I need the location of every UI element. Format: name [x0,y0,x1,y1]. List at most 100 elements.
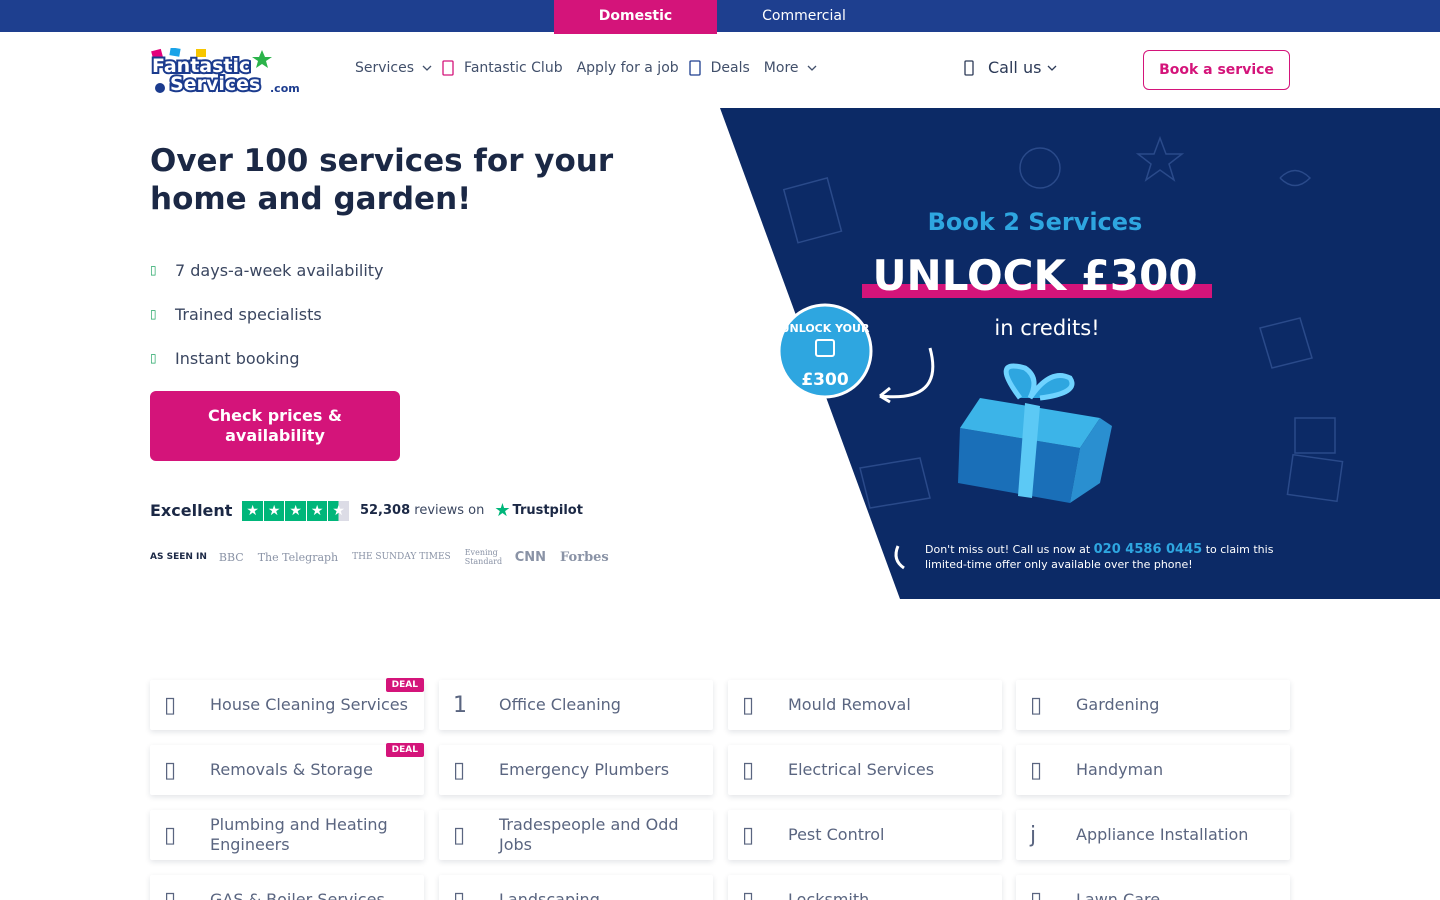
call-us-dropdown[interactable]: Call us [964,58,1057,77]
tab-domestic[interactable]: Domestic [554,0,717,34]
service-label: Locksmith [788,890,870,900]
gardening-icon: ▯ [1030,692,1043,718]
service-label: Lawn Care [1076,890,1161,900]
service-card[interactable]: ▯ Landscaping [439,875,713,900]
as-seen-in-label: AS SEEN IN [150,552,207,562]
svg-text:.com: .com [270,82,300,95]
service-card[interactable]: ▯ Emergency Plumbers [439,745,713,795]
appliance-icon: j [1030,822,1037,848]
pest-icon: ▯ [742,822,755,848]
star-icon: ★ [263,500,285,521]
nav-apply-job-label: Apply for a job [576,60,679,76]
feature-label: Instant booking [175,348,300,368]
media-logo-forbes: Forbes [560,549,609,565]
electric-icon: ▯ [742,757,755,783]
house-icon: ▯ [164,692,177,718]
service-card[interactable]: ▯ Mould Removal [728,680,1002,730]
trustpilot-label: Trustpilot [512,503,583,518]
check-icon: ▯ [150,307,157,321]
chevron-down-icon [807,65,816,71]
service-card[interactable]: ▯ House Cleaning Services DEAL [150,678,424,730]
plumber-icon: ▯ [453,757,466,783]
rating-stars: ★ ★ ★ ★ ★ [242,500,350,521]
badge-top-text: UNLOCK YOUR [781,322,870,335]
service-label: House Cleaning Services [210,695,408,714]
banner-note-2: to claim this [1206,543,1274,556]
service-label: Electrical Services [788,760,935,779]
service-label: Pest Control [788,825,885,844]
service-card[interactable]: ▯ Lawn Care [1016,875,1290,900]
svg-text:Services: Services [170,73,260,95]
service-card[interactable]: j Appliance Installation [1016,810,1290,860]
landscaping-icon: ▯ [453,887,466,900]
badge-amount: £300 [801,370,848,390]
page-title: Over 100 services for your home and gard… [150,143,614,217]
check-prices-button[interactable]: Check prices & availability [150,391,400,461]
half-star-icon: ★ [328,500,349,521]
nav-fantastic-club[interactable]: Fantastic Club [442,60,563,76]
check-icon: ▯ [150,263,157,277]
reviews-on-label: reviews on [414,503,485,518]
nav-more[interactable]: More [764,60,817,76]
media-logo-sunday-times: THE SUNDAY TIMES [352,552,451,562]
main-nav: Services Fantastic Club Apply for a job … [355,60,831,76]
service-label: Handyman [1076,760,1164,779]
banner-note: Don't miss out! Call us now at 020 4586 … [925,542,1274,557]
deal-badge: DEAL [385,743,424,757]
service-card[interactable]: ▯ Pest Control [728,810,1002,860]
phone-icon [964,59,974,76]
trustpilot-logo: ★ Trustpilot [494,500,583,521]
nav-fantastic-club-label: Fantastic Club [464,60,563,76]
rating-word: Excellent [150,501,233,520]
banner-credits: in credits! [994,316,1099,340]
banner-phone: 020 4586 0445 [1094,542,1203,557]
star-icon: ★ [242,500,263,521]
service-label: Gardening [1076,695,1160,714]
service-card[interactable]: ▯ Locksmith [728,875,1002,900]
nav-deals[interactable]: Deals [688,60,750,76]
lock-icon: ▯ [742,887,755,900]
book-service-button[interactable]: Book a service [1143,50,1290,90]
service-label: Appliance Installation [1076,825,1249,844]
deal-badge: DEAL [385,678,424,692]
service-card[interactable]: ▯ Gardening [1016,680,1290,730]
boiler-icon: ▯ [164,887,177,900]
truck-icon: ▯ [164,757,177,783]
fantastic-services-logo[interactable]: Fantastic Services .com [150,48,300,96]
service-card[interactable]: 1 Office Cleaning [439,680,713,730]
service-label: Removals & Storage [210,760,373,779]
service-card[interactable]: ▯ Electrical Services [728,745,1002,795]
service-card[interactable]: ▯ Plumbing and Heating Engineers [150,810,424,860]
service-card[interactable]: ▯ Removals & Storage DEAL [150,743,424,795]
check-icon: ▯ [150,351,157,365]
segment-bar: Domestic Commercial [0,0,1440,34]
trustpilot-star-icon: ★ [494,500,511,521]
mould-icon: ▯ [742,692,755,718]
promo-banner[interactable]: Book 2 Services UNLOCK £300 in credits! … [720,108,1440,599]
service-label: Emergency Plumbers [499,760,670,779]
tab-commercial[interactable]: Commercial [717,0,891,34]
nav-services[interactable]: Services [355,60,432,76]
media-logo-bbc: BBC [218,550,244,564]
media-logo-evening-standard: Evening Standard [464,548,503,566]
service-label: Tradespeople and Odd Jobs [499,815,679,854]
service-label: Plumbing and Heating Engineers [210,815,388,854]
feature-item: ▯ 7 days-a-week availability [150,248,384,292]
service-label: Mould Removal [788,695,911,714]
star-icon: ★ [285,500,306,521]
service-card[interactable]: ▯ GAS & Boiler Services [150,875,424,900]
lawn-icon: ▯ [1030,887,1043,900]
trustpilot-rating[interactable]: Excellent ★ ★ ★ ★ ★ 52,308 reviews on ★ T… [150,500,583,521]
banner-headline: Book 2 Services [928,208,1143,236]
as-seen-in: AS SEEN IN BBC The Telegraph THE SUNDAY … [150,548,623,566]
service-card[interactable]: ▯ Handyman [1016,745,1290,795]
feature-item: ▯ Instant booking [150,336,384,380]
feature-label: Trained specialists [175,304,322,324]
nav-apply-job[interactable]: Apply for a job [577,60,679,76]
handyman-icon: ▯ [1030,757,1043,783]
service-label: GAS & Boiler Services [210,890,385,900]
media-logo-cnn: CNN [514,549,547,565]
site-header: Fantastic Services .com Services Fantast… [0,32,1440,108]
service-card[interactable]: ▯ Tradespeople and Odd Jobs [439,810,713,860]
office-icon: 1 [453,692,467,718]
